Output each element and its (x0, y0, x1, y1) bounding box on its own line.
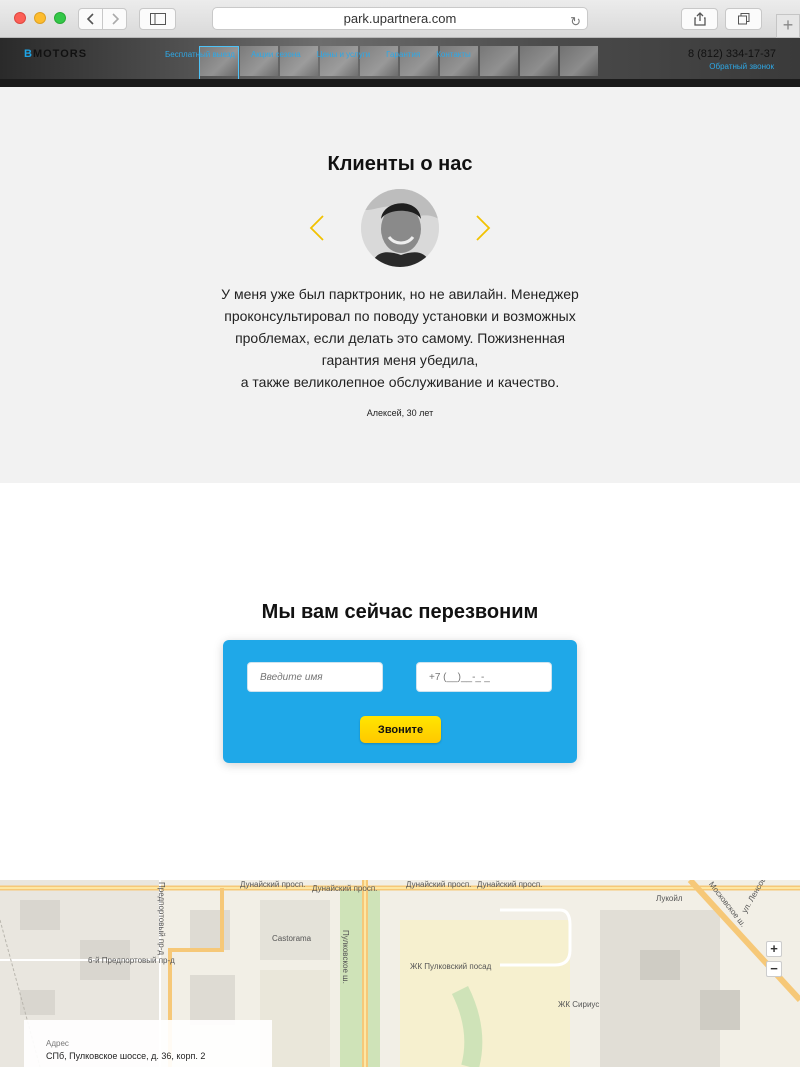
menu-item-prices[interactable]: Цены и услуги (317, 50, 370, 59)
minimize-window-button[interactable] (34, 12, 46, 24)
back-button[interactable] (78, 8, 103, 30)
map-label: Дунайский просп. (477, 880, 543, 889)
menu-item-warranty[interactable]: Гарантия (386, 50, 420, 59)
site-logo[interactable]: BMOTORS (24, 48, 87, 60)
header-phone[interactable]: 8 (812) 334-17-37 (688, 48, 776, 60)
quote-line: а также великолепное обслуживание и каче… (240, 374, 560, 390)
header-strip (0, 79, 800, 87)
callback-form: Звоните (223, 640, 577, 763)
map-label: Дунайский просп. (406, 880, 472, 889)
map-zoom-out-button[interactable]: − (766, 961, 782, 977)
map-label: Лукойл (656, 894, 683, 903)
quote-line: У меня уже был парктроник, но не авилайн… (221, 286, 579, 302)
sidebar-toggle-button[interactable] (139, 8, 176, 30)
share-icon (693, 12, 706, 26)
map-label: Castorama (272, 934, 312, 943)
quote-line: проконсультировал по поводу установки и … (224, 308, 576, 324)
map-zoom-in-button[interactable]: + (766, 941, 782, 957)
browser-toolbar: park.upartnera.com ↻ + (0, 0, 800, 38)
quote-line: проблемах, если делать это самому. Пожиз… (235, 330, 565, 346)
location-map[interactable]: Дунайский просп. Дунайский просп. Дунайс… (0, 880, 800, 1067)
share-button[interactable] (681, 8, 718, 30)
phone-input[interactable] (416, 662, 552, 692)
gallery-thumb[interactable] (560, 46, 598, 76)
address-text: СПб, Пулковское шоссе, д. 36, корп. 2 (46, 1051, 206, 1061)
address-card: Адрес СПб, Пулковское шоссе, д. 36, корп… (24, 1020, 272, 1067)
menu-item-free-visit[interactable]: Бесплатный выезд (165, 50, 235, 59)
testimonials-section: Клиенты о нас У меня уже был парктроник,… (0, 87, 800, 483)
logo-mark: B (24, 48, 33, 60)
map-label: ЖК Пулковский посад (410, 962, 492, 971)
logo-text: MOTORS (32, 48, 88, 60)
menu-item-promotions[interactable]: Акции сезона (251, 50, 301, 59)
map-label: ЖК Сириус (558, 1000, 600, 1009)
callback-title: Мы вам сейчас перезвоним (261, 601, 539, 623)
name-input[interactable] (247, 662, 383, 692)
client-avatar (361, 189, 439, 267)
testimonial-quote: У меня уже был парктроник, но не авилайн… (210, 283, 590, 393)
testimonials-title: Клиенты о нас (327, 153, 473, 175)
gallery-thumb[interactable] (480, 46, 518, 76)
testimonial-author: Алексей, 30 лет (366, 408, 434, 418)
address-bar[interactable]: park.upartnera.com ↻ (212, 7, 588, 30)
address-label: Адрес (46, 1039, 69, 1048)
map-label: Дунайский просп. (240, 880, 306, 889)
arrow-right-icon[interactable] (474, 215, 492, 241)
tabs-icon (737, 13, 749, 25)
chevron-right-icon (111, 13, 119, 25)
map-label: Пулковское ш. (341, 930, 350, 984)
client-photo (361, 189, 439, 267)
menu-item-contacts[interactable]: Контакты (436, 50, 471, 59)
zoom-window-button[interactable] (54, 12, 66, 24)
arrow-left-icon[interactable] (308, 215, 326, 241)
site-header: BMOTORS Бесплатный выезд Акции сезона Це… (0, 38, 800, 87)
forward-button[interactable] (102, 8, 127, 30)
close-window-button[interactable] (14, 12, 26, 24)
gallery-thumb[interactable] (520, 46, 558, 76)
map-label: Дунайский просп. (312, 884, 378, 893)
main-menu: Бесплатный выезд Акции сезона Цены и усл… (165, 50, 471, 59)
sidebar-icon (149, 13, 166, 25)
reload-icon[interactable]: ↻ (570, 11, 581, 33)
quote-line: гарантия меня убедила, (321, 352, 479, 368)
tabs-overview-button[interactable] (725, 8, 762, 30)
map-label: Предпортовый пр-д (157, 882, 166, 956)
map-label: 6-й Предпортовый пр-д (88, 956, 175, 965)
callback-link[interactable]: Обратный звонок (709, 62, 774, 71)
callback-section: Мы вам сейчас перезвоним Звоните (0, 483, 800, 880)
new-tab-button[interactable]: + (776, 14, 800, 38)
chevron-left-icon (86, 13, 94, 25)
call-button[interactable]: Звоните (360, 716, 441, 743)
url-text: park.upartnera.com (343, 11, 457, 26)
